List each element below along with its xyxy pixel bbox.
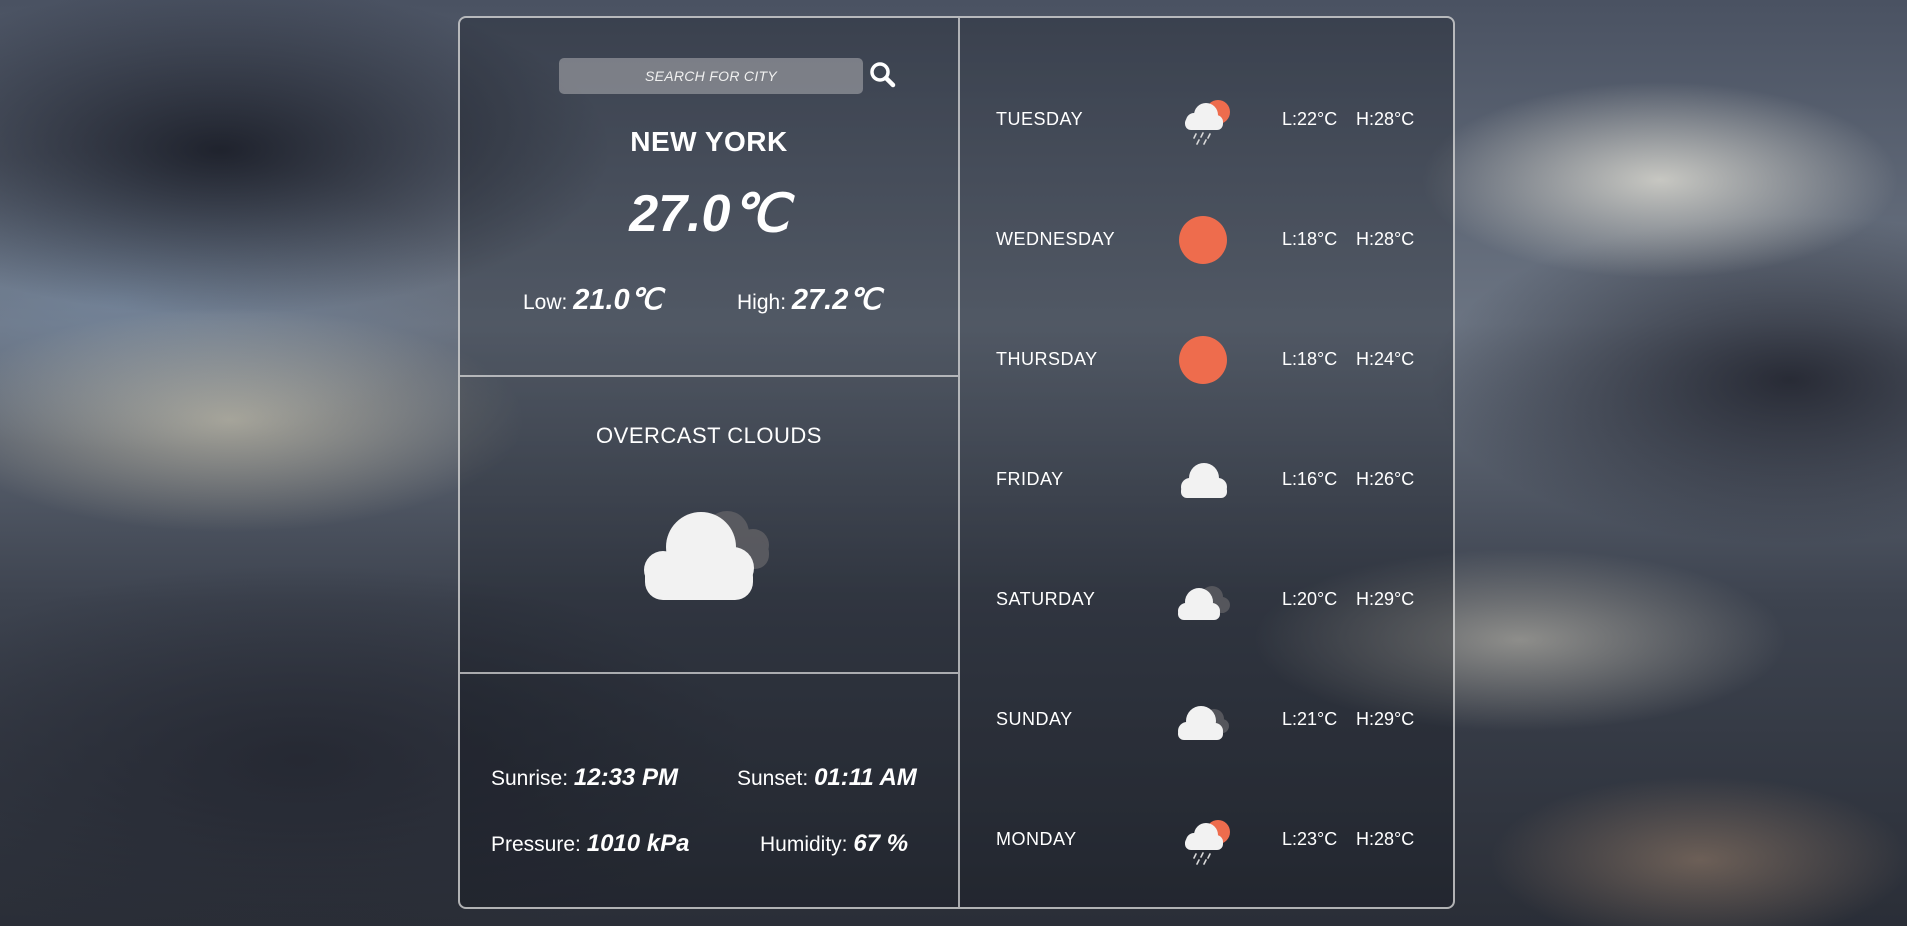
forecast-low: L:16°C xyxy=(1282,469,1338,489)
forecast-day-name: TUESDAY xyxy=(996,109,1084,129)
rain-sun-icon xyxy=(1185,820,1230,865)
pressure-value: 1010 kPa xyxy=(586,830,690,857)
forecast-row-friday: FRIDAY L:16°C H:26°C xyxy=(960,449,1455,509)
high-temperature: High: 27.2℃ xyxy=(737,282,881,317)
low-value: 21.0℃ xyxy=(573,284,663,316)
forecast-row-saturday: SATURDAY L:20°C H:29°C xyxy=(960,569,1455,629)
forecast-day-name: WEDNESDAY xyxy=(996,229,1116,249)
current-temperature: 27.0℃ xyxy=(629,185,789,243)
current-weather-column: NEW YORK 27.0℃ Low: 21.0℃ High: 27.2℃ OV… xyxy=(460,18,960,907)
sunrise-stat: Sunrise: 12:33 PM xyxy=(491,764,678,792)
details-section: Sunrise: 12:33 PM Sunset: 01:11 AM Press… xyxy=(460,674,958,909)
low-temperature: Low: 21.0℃ xyxy=(523,282,662,317)
forecast-day-name: SATURDAY xyxy=(996,589,1096,609)
sunset-value: 01:11 AM xyxy=(814,764,917,791)
cloud-icon xyxy=(1181,463,1227,498)
forecast-low: L:22°C xyxy=(1282,109,1338,129)
forecast-day-name: MONDAY xyxy=(996,829,1077,849)
forecast-high: H:28°C xyxy=(1356,829,1415,849)
forecast-high: H:24°C xyxy=(1356,349,1415,369)
sun-icon xyxy=(1179,336,1227,384)
humidity-label: Humidity: xyxy=(760,833,848,856)
humidity-stat: Humidity: 67 % xyxy=(760,830,908,858)
forecast-row-sunday: SUNDAY L:21°C H:29°C xyxy=(960,689,1455,749)
broken-clouds-icon xyxy=(1178,706,1229,740)
pressure-stat: Pressure: 1010 kPa xyxy=(491,830,689,858)
condition-section: OVERCAST CLOUDS xyxy=(460,377,958,674)
overcast-clouds-icon xyxy=(644,511,769,600)
weather-panel: NEW YORK 27.0℃ Low: 21.0℃ High: 27.2℃ OV… xyxy=(458,16,1455,909)
forecast-low: L:23°C xyxy=(1282,829,1338,849)
forecast-row-thursday: THURSDAY L:18°C H:24°C xyxy=(960,329,1455,389)
forecast-high: H:29°C xyxy=(1356,589,1415,609)
forecast-row-monday: MONDAY L:23°C H:28°C xyxy=(960,809,1455,869)
forecast-low: L:20°C xyxy=(1282,589,1338,609)
forecast-day-name: FRIDAY xyxy=(996,469,1064,489)
pressure-label: Pressure: xyxy=(491,833,581,856)
forecast-high: H:29°C xyxy=(1356,709,1415,729)
forecast-low: L:18°C xyxy=(1282,229,1338,249)
sunrise-label: Sunrise: xyxy=(491,767,569,790)
high-label: High: xyxy=(737,291,787,314)
low-label: Low: xyxy=(523,291,568,314)
high-value: 27.2℃ xyxy=(791,284,881,316)
broken-clouds-icon xyxy=(1178,586,1230,620)
sun-icon xyxy=(1179,216,1227,264)
forecast-day-name: THURSDAY xyxy=(996,349,1098,369)
weather-condition: OVERCAST CLOUDS xyxy=(596,423,822,448)
forecast-low: L:21°C xyxy=(1282,709,1338,729)
forecast-high: H:26°C xyxy=(1356,469,1415,489)
forecast-row-tuesday: TUESDAY L:22°C H:28°C xyxy=(960,89,1455,149)
forecast-day-name: SUNDAY xyxy=(996,709,1073,729)
sunset-label: Sunset: xyxy=(737,767,809,790)
current-summary-section: NEW YORK 27.0℃ Low: 21.0℃ High: 27.2℃ xyxy=(460,18,958,377)
city-name: NEW YORK xyxy=(630,126,788,157)
sunset-stat: Sunset: 01:11 AM xyxy=(737,764,917,792)
search-button[interactable] xyxy=(867,59,899,91)
sunrise-value: 12:33 PM xyxy=(573,764,678,791)
forecast-row-wednesday: WEDNESDAY L:18°C H:28°C xyxy=(960,209,1455,269)
forecast-high: H:28°C xyxy=(1356,229,1415,249)
rain-sun-icon xyxy=(1185,100,1230,145)
weekly-forecast: TUESDAY L:22°C H:28°C WEDNESDAY L:18°C H… xyxy=(960,18,1455,907)
forecast-high: H:28°C xyxy=(1356,109,1415,129)
city-search-input[interactable] xyxy=(559,58,863,94)
search-icon xyxy=(870,62,896,88)
humidity-value: 67 % xyxy=(853,830,909,857)
forecast-low: L:18°C xyxy=(1282,349,1338,369)
